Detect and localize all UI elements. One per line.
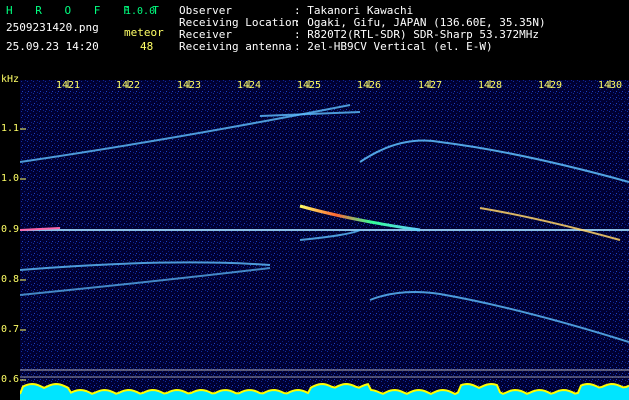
info-value-antenna: : 2el-HB9CV Vertical (el. E-W) <box>294 40 493 53</box>
time-tick-1423: 1423 <box>177 80 202 91</box>
info-label-antenna: Receiving antenna <box>179 40 292 53</box>
freq-tick-1-0: 1.0 <box>1 173 20 184</box>
datetime: 25.09.23 14:20 <box>6 40 99 53</box>
time-tick-1425: 1425 <box>297 80 322 91</box>
freq-tick-0-8: 0.8 <box>1 274 20 285</box>
axis-unit-label: kHz <box>1 74 20 85</box>
time-tick-1429: 1429 <box>538 80 563 91</box>
time-tick-1424: 1424 <box>237 80 262 91</box>
noise-background <box>20 80 629 400</box>
freq-tick-1-1: 1.1 <box>1 123 20 134</box>
time-tick-1428: 1428 <box>478 80 503 91</box>
time-tick-1427: 1427 <box>418 80 443 91</box>
spectrogram-plot <box>20 80 629 400</box>
time-tick-1422: 1422 <box>116 80 141 91</box>
freq-tick-0-6: 0.6 <box>1 374 20 385</box>
app-version: 1.0.0 <box>125 6 156 17</box>
time-tick-1421: 1421 <box>56 80 81 91</box>
time-tick-1430: 1430 <box>598 80 623 91</box>
meteor-label: meteor <box>124 26 164 39</box>
time-tick-1426: 1426 <box>357 80 382 91</box>
filename: 2509231420.png <box>6 21 99 34</box>
freq-tick-0-9: 0.9 <box>1 224 20 235</box>
meteor-count: 48 <box>140 40 154 53</box>
freq-tick-0-7: 0.7 <box>1 324 20 335</box>
